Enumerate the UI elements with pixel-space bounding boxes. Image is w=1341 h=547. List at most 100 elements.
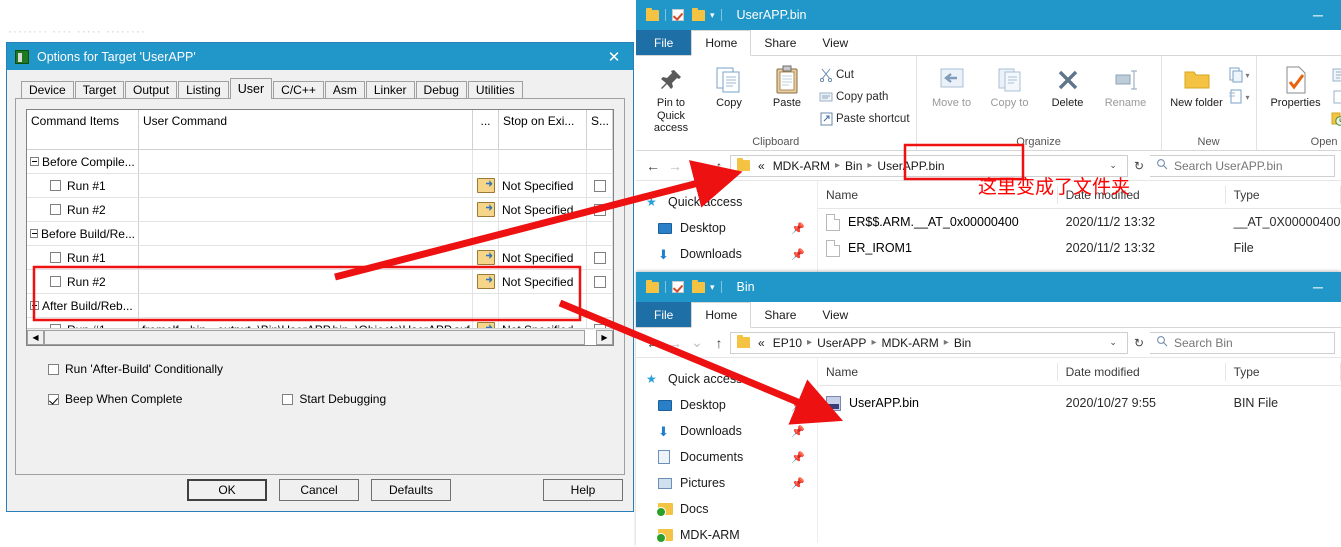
copy-button[interactable]: Copy — [700, 59, 758, 110]
browse-folder-icon[interactable] — [476, 178, 495, 193]
beep-when-complete-checkbox[interactable] — [48, 393, 59, 405]
defaults-button[interactable]: Defaults — [371, 479, 451, 501]
pin-icon[interactable]: 📌 — [791, 399, 805, 412]
scrollbar-track[interactable] — [44, 329, 596, 345]
search-box[interactable]: Search Bin — [1150, 331, 1335, 354]
breadcrumb-userapp[interactable]: UserAPP — [813, 336, 870, 350]
breadcrumb-mdk-arm[interactable]: MDK-ARM — [769, 159, 834, 173]
row-command[interactable] — [139, 294, 473, 317]
tab-asm[interactable]: Asm — [324, 81, 365, 99]
browse-folder-icon[interactable] — [476, 250, 495, 265]
minimize-button[interactable]: ─ — [1295, 272, 1341, 302]
chevron-down-icon[interactable]: ▾ — [710, 282, 715, 293]
breadcrumb-ep10[interactable]: EP10 — [769, 336, 806, 350]
item-after-build-run1[interactable]: Run #1 — [27, 318, 139, 328]
tab-share[interactable]: Share — [751, 30, 809, 55]
breadcrumb-bin[interactable]: Bin — [950, 336, 975, 350]
cancel-button[interactable]: Cancel — [279, 479, 359, 501]
start-debugging-checkbox[interactable] — [282, 393, 294, 405]
up-button[interactable]: ↑ — [708, 332, 730, 354]
sidebar-item-downloads[interactable]: ⬇ Downloads 📌 — [636, 418, 817, 444]
refresh-icon[interactable]: ↻ — [1128, 336, 1150, 350]
run-after-build-conditionally-row[interactable]: Run 'After-Build' Conditionally — [26, 362, 614, 376]
up-button[interactable]: ↑ — [708, 155, 730, 177]
scroll-right-icon[interactable]: ▶ — [596, 329, 613, 345]
table-row[interactable]: Run #1 fromelf --bin --output .\Bin\User… — [27, 318, 613, 328]
pin-icon[interactable]: 📌 — [791, 451, 805, 464]
column-type[interactable]: Type — [1226, 185, 1341, 204]
list-item[interactable]: UserAPP.bin 2020/10/27 9:55 BIN File — [818, 390, 1341, 416]
address-bar[interactable]: « EP10 ▸ UserAPP ▸ MDK-ARM ▸ Bin ⌄ — [730, 331, 1128, 354]
row-command[interactable]: fromelf --bin --output .\Bin\UserAPP.bin… — [139, 318, 473, 328]
recent-locations-button[interactable]: ⌄ — [686, 155, 708, 177]
row-browse-cell[interactable] — [473, 174, 499, 197]
close-icon[interactable]: ✕ — [601, 46, 627, 68]
column-s[interactable]: S... — [587, 110, 613, 149]
breadcrumb-userapp-bin[interactable]: UserAPP.bin — [873, 159, 948, 173]
item-before-compile-run2[interactable]: Run #2 — [27, 198, 139, 221]
row-stop-cell[interactable]: Not Specified — [499, 246, 587, 269]
column-dots[interactable]: ... — [473, 110, 499, 149]
row-s-checkbox[interactable] — [593, 275, 606, 288]
breadcrumb-bin[interactable]: Bin — [841, 159, 866, 173]
row-browse-cell[interactable] — [473, 198, 499, 221]
row-s-checkbox[interactable] — [593, 251, 606, 264]
ok-button[interactable]: OK — [187, 479, 267, 501]
row-command[interactable] — [139, 270, 473, 293]
sidebar-item-quick-access[interactable]: ★ Quick access — [636, 366, 817, 392]
column-date-modified[interactable]: Date modified — [1058, 362, 1226, 381]
grid-horizontal-scrollbar[interactable]: ◀ ▶ — [27, 328, 613, 345]
help-button[interactable]: Help — [543, 479, 623, 501]
pin-icon[interactable]: 📌 — [791, 222, 805, 235]
group-before-build[interactable]: Before Build/Re... — [27, 222, 139, 245]
row-s-checkbox[interactable] — [593, 203, 606, 216]
properties-button[interactable]: Properties — [1263, 59, 1329, 110]
group-after-build[interactable]: After Build/Reb... — [27, 294, 139, 317]
sidebar-item-desktop[interactable]: Desktop 📌 — [636, 215, 817, 241]
chevron-down-icon[interactable]: ▾ — [1246, 93, 1250, 102]
tab-debug[interactable]: Debug — [415, 81, 467, 99]
copy-path-button[interactable]: Copy path — [816, 86, 910, 108]
cut-button[interactable]: Cut — [816, 64, 910, 86]
row-command[interactable] — [139, 246, 473, 269]
browse-folder-icon[interactable] — [476, 202, 495, 217]
column-stop-on-exit[interactable]: Stop on Exi... — [499, 110, 587, 149]
item-before-build-run2[interactable]: Run #2 — [27, 270, 139, 293]
group-before-compile[interactable]: Before Compile... — [27, 150, 139, 173]
collapse-icon[interactable] — [30, 229, 38, 238]
pin-icon[interactable]: 📌 — [791, 477, 805, 490]
tab-target[interactable]: Target — [74, 81, 125, 99]
new-folder-button[interactable]: New folder — [1168, 59, 1226, 110]
edit-button[interactable]: Edit — [1329, 86, 1341, 108]
row-checkbox[interactable] — [50, 324, 61, 328]
tab-output[interactable]: Output — [125, 81, 178, 99]
tab-view[interactable]: View — [809, 30, 861, 55]
breadcrumb-overflow[interactable]: « — [754, 159, 769, 173]
properties-quick-icon[interactable] — [672, 9, 684, 21]
run-after-build-conditionally-checkbox[interactable] — [48, 363, 59, 375]
sidebar-item-downloads[interactable]: ⬇ Downloads 📌 — [636, 241, 817, 267]
sidebar-item-docs[interactable]: Docs — [636, 496, 817, 522]
table-row[interactable]: Run #2 Not Specified — [27, 270, 613, 294]
copy-to-button[interactable]: Copy to — [981, 59, 1039, 110]
pin-icon[interactable]: 📌 — [791, 248, 805, 261]
item-before-compile-run1[interactable]: Run #1 — [27, 174, 139, 197]
row-s-cell[interactable] — [587, 174, 613, 197]
row-s-cell[interactable] — [587, 318, 613, 328]
tab-device[interactable]: Device — [21, 81, 74, 99]
tab-linker[interactable]: Linker — [365, 81, 415, 99]
row-command[interactable] — [139, 198, 473, 221]
row-command[interactable] — [139, 150, 473, 173]
row-s-cell[interactable] — [587, 270, 613, 293]
file-name-cell[interactable]: UserAPP.bin — [818, 395, 1058, 411]
table-row[interactable]: Run #1 Not Specified — [27, 174, 613, 198]
table-row[interactable]: Before Build/Re... — [27, 222, 613, 246]
list-item[interactable]: ER_IROM1 2020/11/2 13:32 File — [818, 235, 1341, 261]
row-checkbox[interactable] — [50, 180, 61, 191]
row-browse-cell[interactable] — [473, 270, 499, 293]
row-s-checkbox[interactable] — [593, 179, 606, 192]
forward-button[interactable]: → — [664, 155, 686, 177]
tab-share[interactable]: Share — [751, 302, 809, 327]
browse-folder-icon[interactable] — [476, 322, 495, 328]
row-command[interactable] — [139, 174, 473, 197]
